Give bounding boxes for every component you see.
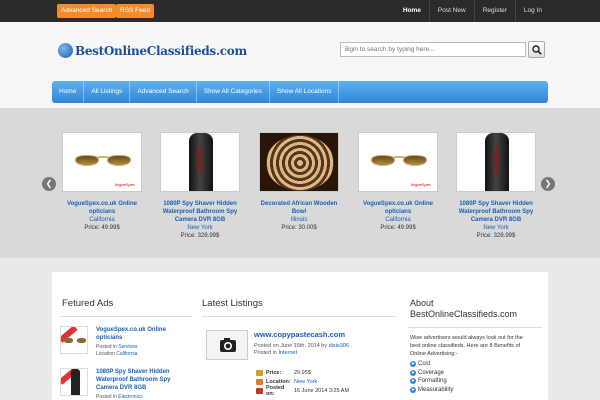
arrow-right-icon: ➤ — [410, 369, 416, 376]
slider-next-button[interactable]: ❯ — [541, 177, 555, 191]
search-icon — [532, 45, 542, 55]
slider-item[interactable]: 1080P Spy Shaver Hidden Waterproof Bathr… — [450, 132, 542, 240]
slider-item-location[interactable]: New York — [154, 224, 246, 232]
search-input[interactable] — [340, 42, 526, 57]
sunglasses-image: VogueSpex — [358, 132, 438, 192]
arrow-right-icon: ➤ — [410, 378, 416, 385]
listing-title-link[interactable]: www.copypastecash.com — [254, 330, 345, 339]
logo-text: BestOnlineClassifieds.com — [75, 43, 247, 58]
slider-prev-button[interactable]: ❮ — [42, 177, 56, 191]
top-nav-post-new[interactable]: Post New — [428, 0, 474, 22]
shaver-image — [456, 132, 536, 192]
advanced-search-button[interactable]: Advanced Search — [57, 4, 117, 18]
featured-ads-heading: Fetured Ads — [62, 298, 114, 309]
list-item: ➤ Coverage — [410, 369, 445, 376]
slider-item-title[interactable]: 1080P Spy Shaver Hidden Waterproof Bathr… — [154, 200, 246, 224]
featured-ad-category: Posted in Electronics — [96, 394, 143, 400]
nav-advanced-search[interactable]: Advanced Search — [130, 81, 197, 103]
shaver-image — [160, 132, 240, 192]
sunglasses-image: VogueSpex — [62, 132, 142, 192]
detail-posted-on: Posted on: 16 June 2014 3:25 AM — [256, 385, 396, 397]
location-icon — [256, 378, 263, 385]
sunglasses-thumbnail — [60, 326, 88, 354]
slider-item-price: Price: 328.99$ — [180, 233, 220, 239]
slider-item-title[interactable]: Decorated African Wooden Bowl — [253, 200, 345, 216]
nav-show-all-locations[interactable]: Show All Locations — [270, 81, 340, 103]
camera-icon — [220, 338, 236, 352]
slider-item-title[interactable]: VogueSpex.co.uk Online opticians — [56, 200, 148, 216]
globe-icon — [58, 43, 73, 58]
slider-item-location[interactable]: California — [56, 216, 148, 224]
rss-feed-button[interactable]: RSS Feed — [116, 4, 154, 18]
listing-details: Price: 29.95$ Location: New York Posted … — [256, 368, 396, 397]
divider — [60, 316, 192, 317]
top-nav: Home Post New Register Log In — [395, 0, 550, 22]
content-area: Fetured Ads VogueSpex.co.uk Online optic… — [52, 272, 548, 400]
author-link[interactable]: disie306 — [329, 343, 350, 349]
slider-item[interactable]: VogueSpex VogueSpex.co.uk Online opticia… — [56, 132, 148, 232]
location-link[interactable]: California — [116, 351, 137, 357]
brand-watermark: VogueSpex — [114, 182, 135, 187]
about-heading: About BestOnlineClassifieds.com — [410, 298, 518, 319]
arrow-right-icon: ➤ — [410, 361, 416, 368]
nav-all-listings[interactable]: All Listings — [84, 81, 131, 103]
slider-item[interactable]: VogueSpex VogueSpex.co.uk Online opticia… — [352, 132, 444, 232]
bowl-image — [259, 132, 339, 192]
category-link[interactable]: Services — [118, 344, 137, 350]
nav-home[interactable]: Home — [52, 81, 85, 103]
list-item: ➤ Formatting — [410, 378, 447, 385]
latest-listings-heading: Latest Listings — [202, 298, 263, 309]
location-link[interactable]: New York — [294, 379, 317, 385]
price-tag-icon — [256, 369, 263, 376]
category-link[interactable]: Electronics — [118, 394, 142, 400]
header: BestOnlineClassifieds.com Home All Listi… — [0, 22, 600, 108]
brand-watermark: VogueSpex — [410, 182, 431, 187]
top-nav-register[interactable]: Register — [473, 0, 515, 22]
slider-item-price: Price: 328.99$ — [476, 233, 516, 239]
detail-price: Price: 29.95$ — [256, 368, 396, 377]
slider-item[interactable]: Decorated African Wooden Bowl Illinois P… — [253, 132, 345, 232]
list-item: ➤ Measurability — [410, 386, 454, 393]
list-item: ➤ Cost — [410, 361, 431, 368]
featured-ad-category: Posted in Services — [96, 344, 138, 350]
slider-item-price: Price: 49.99$ — [84, 225, 120, 231]
slider-item-price: Price: 49.99$ — [380, 225, 416, 231]
featured-ad-title[interactable]: 1080P Spy Shaver Hidden Waterproof Bathr… — [96, 368, 194, 392]
divider — [202, 316, 396, 317]
divider — [408, 327, 542, 328]
featured-ad-location: Location California — [96, 351, 138, 357]
slider-item-location[interactable]: Illinois — [253, 216, 345, 224]
listing-category: Posted in Internet — [254, 350, 298, 356]
search-button[interactable] — [528, 41, 545, 58]
top-nav-home[interactable]: Home — [395, 0, 429, 22]
slider-item-price: Price: 30.00$ — [281, 225, 317, 231]
benefits-list: ➤ Cost ➤ Coverage ➤ Formatting ➤ Measurabili… — [410, 360, 542, 394]
site-logo[interactable]: BestOnlineClassifieds.com — [58, 43, 247, 58]
slider-item-location[interactable]: California — [352, 216, 444, 224]
about-text: Wise advertisers would always look out f… — [410, 335, 523, 357]
featured-ad-title[interactable]: VogueSpex.co.uk Online opticians — [96, 326, 194, 342]
slider-item[interactable]: 1080P Spy Shaver Hidden Waterproof Bathr… — [154, 132, 246, 240]
arrow-right-icon: ➤ — [410, 386, 416, 393]
slider-item-location[interactable]: New York — [450, 224, 542, 232]
slider-item-title[interactable]: VogueSpex.co.uk Online opticians — [352, 200, 444, 216]
featured-slider: ❮ ❯ VogueSpex VogueSpex.co.uk Online opt… — [0, 108, 600, 258]
camera-placeholder-image[interactable] — [206, 330, 248, 360]
top-nav-log-in[interactable]: Log In — [514, 0, 550, 22]
top-bar: Advanced Search RSS Feed Home Post New R… — [0, 0, 600, 22]
calendar-icon — [256, 387, 263, 394]
nav-show-all-categories[interactable]: Show All Categories — [197, 81, 270, 103]
shaver-thumbnail — [60, 368, 88, 396]
slider-item-title[interactable]: 1080P Spy Shaver Hidden Waterproof Bathr… — [450, 200, 542, 224]
main-nav: Home All Listings Advanced Search Show A… — [52, 81, 548, 103]
category-link[interactable]: Internet — [278, 350, 297, 356]
